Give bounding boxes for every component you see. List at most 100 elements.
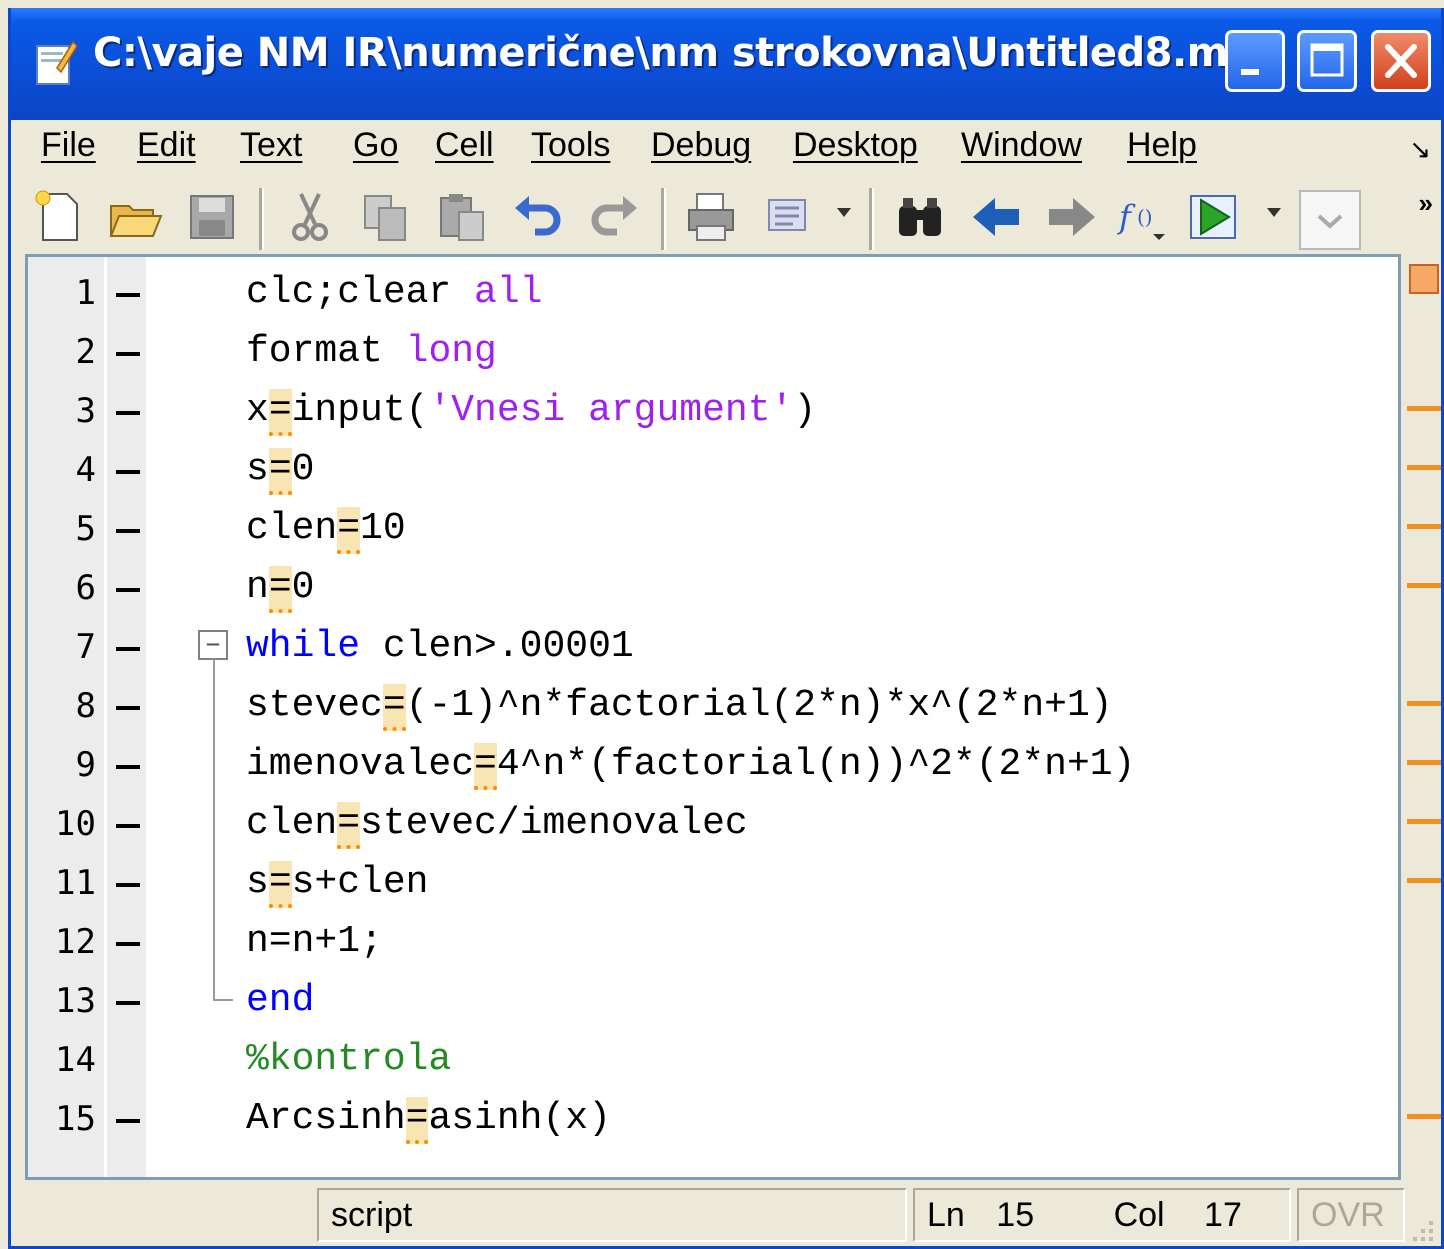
line-number: 2 [75, 332, 96, 372]
menu-cell[interactable]: Cell [435, 126, 494, 165]
warning-status-icon[interactable] [1409, 264, 1439, 294]
code-text[interactable]: clc;clear all [246, 271, 542, 314]
dock-arrow-icon[interactable]: ↘ [1409, 134, 1431, 165]
fold-guide-end [213, 999, 233, 1001]
menu-file[interactable]: File [41, 126, 96, 165]
code-editor[interactable]: 1 clc;clear all 2 format long 3 x=input(… [25, 254, 1401, 1180]
toolbar-overflow-icon[interactable]: » [1419, 188, 1433, 219]
run-dropdown[interactable] [1267, 208, 1281, 217]
breakpoint-marker[interactable] [116, 647, 140, 651]
copy-icon[interactable] [357, 188, 415, 246]
menu-bar: File Edit Text Go Cell Tools Debug Deskt… [11, 120, 1441, 178]
warning-mark[interactable] [1407, 524, 1441, 529]
code-text[interactable]: n=n+1; [246, 920, 383, 963]
code-line: 8 stevec=(-1)^n*factorial(2*n)*x^(2*n+1) [28, 678, 1398, 737]
code-text[interactable]: n=0 [246, 566, 314, 613]
breakpoint-marker[interactable] [116, 352, 140, 356]
breakpoint-marker[interactable] [116, 470, 140, 474]
menu-tools[interactable]: Tools [531, 126, 610, 165]
close-button[interactable] [1371, 30, 1431, 92]
code-line: 4 s=0 [28, 442, 1398, 501]
line-number: 12 [55, 922, 96, 962]
menu-text[interactable]: Text [240, 126, 302, 165]
code-text[interactable]: s=0 [246, 448, 314, 495]
open-folder-icon[interactable] [107, 188, 165, 246]
run-icon[interactable] [1187, 188, 1245, 246]
code-text[interactable]: while clen>.00001 [246, 625, 634, 668]
menu-help[interactable]: Help [1127, 126, 1197, 165]
title-bar[interactable]: C:\vaje NM IR\numerične\nm strokovna\Unt… [11, 8, 1441, 120]
find-files-dropdown[interactable] [837, 208, 851, 217]
find-files-icon[interactable] [759, 188, 817, 246]
code-text[interactable]: imenovalec=4^n*(factorial(n))^2*(2*n+1) [246, 743, 1135, 790]
warning-underline: = [268, 566, 292, 613]
menu-debug[interactable]: Debug [651, 126, 751, 165]
code-text[interactable]: clen=stevec/imenovalec [246, 802, 748, 849]
warning-mark[interactable] [1407, 1114, 1441, 1119]
warning-underline: = [268, 389, 292, 436]
status-bar: script Ln 15 Col 17 OVR [11, 1180, 1441, 1246]
code-line: 14 %kontrola [28, 1032, 1398, 1091]
breakpoint-marker[interactable] [116, 824, 140, 828]
menu-window[interactable]: Window [961, 126, 1082, 165]
find-icon[interactable] [891, 188, 949, 246]
breakpoint-marker[interactable] [116, 411, 140, 415]
menu-go[interactable]: Go [353, 126, 398, 165]
code-text[interactable]: clen=10 [246, 507, 406, 554]
code-text[interactable]: stevec=(-1)^n*factorial(2*n)*x^(2*n+1) [246, 684, 1113, 731]
warning-mark[interactable] [1407, 406, 1441, 411]
warning-underline: = [268, 448, 292, 495]
warning-mark[interactable] [1407, 465, 1441, 470]
message-bar [1401, 254, 1441, 1180]
warning-mark[interactable] [1407, 760, 1441, 765]
code-text[interactable]: end [246, 979, 314, 1022]
line-number: 10 [55, 804, 96, 844]
code-line: 2 format long [28, 324, 1398, 383]
menu-desktop[interactable]: Desktop [793, 126, 918, 165]
breakpoint-marker[interactable] [116, 883, 140, 887]
code-text[interactable]: s=s+clen [246, 861, 428, 908]
code-text[interactable]: format long [246, 330, 497, 373]
maximize-button[interactable] [1297, 30, 1357, 92]
breakpoint-marker[interactable] [116, 942, 140, 946]
code-line: 10 clen=stevec/imenovalec [28, 796, 1398, 855]
back-icon[interactable] [967, 188, 1025, 246]
fold-toggle-button[interactable]: − [198, 630, 228, 660]
warning-mark[interactable] [1407, 701, 1441, 706]
breakpoint-marker[interactable] [116, 765, 140, 769]
svg-text:f: f [1117, 198, 1136, 236]
warning-mark[interactable] [1407, 878, 1441, 883]
cut-icon[interactable] [281, 188, 339, 246]
stack-combo[interactable] [1299, 190, 1361, 250]
code-text[interactable]: Arcsinh=asinh(x) [246, 1097, 611, 1144]
line-number: 1 [75, 273, 96, 313]
warning-mark[interactable] [1407, 819, 1441, 824]
breakpoint-marker[interactable] [116, 588, 140, 592]
resize-grip-icon[interactable] [1411, 1219, 1437, 1245]
chevron-down-icon [1317, 214, 1343, 229]
minimize-button[interactable] [1225, 30, 1285, 92]
undo-icon[interactable] [509, 188, 567, 246]
function-icon[interactable]: f () [1115, 188, 1173, 246]
new-file-icon[interactable] [31, 188, 89, 246]
forward-icon[interactable] [1043, 188, 1101, 246]
paste-icon[interactable] [433, 188, 491, 246]
warning-underline: = [474, 743, 497, 790]
code-line: 9 imenovalec=4^n*(factorial(n))^2*(2*n+1… [28, 737, 1398, 796]
print-icon[interactable] [683, 188, 741, 246]
menu-edit[interactable]: Edit [137, 126, 196, 165]
warning-underline: = [337, 802, 361, 849]
code-text[interactable]: %kontrola [246, 1038, 451, 1081]
breakpoint-marker[interactable] [116, 293, 140, 297]
breakpoint-marker[interactable] [116, 706, 140, 710]
breakpoint-marker[interactable] [116, 1001, 140, 1005]
redo-icon[interactable] [585, 188, 643, 246]
breakpoint-marker[interactable] [116, 529, 140, 533]
line-number: 13 [55, 981, 96, 1021]
warning-mark[interactable] [1407, 583, 1441, 588]
line-number: 4 [75, 450, 96, 490]
code-text[interactable]: x=input('Vnesi argument') [246, 389, 816, 436]
breakpoint-marker[interactable] [116, 1119, 140, 1123]
save-icon[interactable] [183, 188, 241, 246]
toolbar: f () » [11, 178, 1441, 260]
